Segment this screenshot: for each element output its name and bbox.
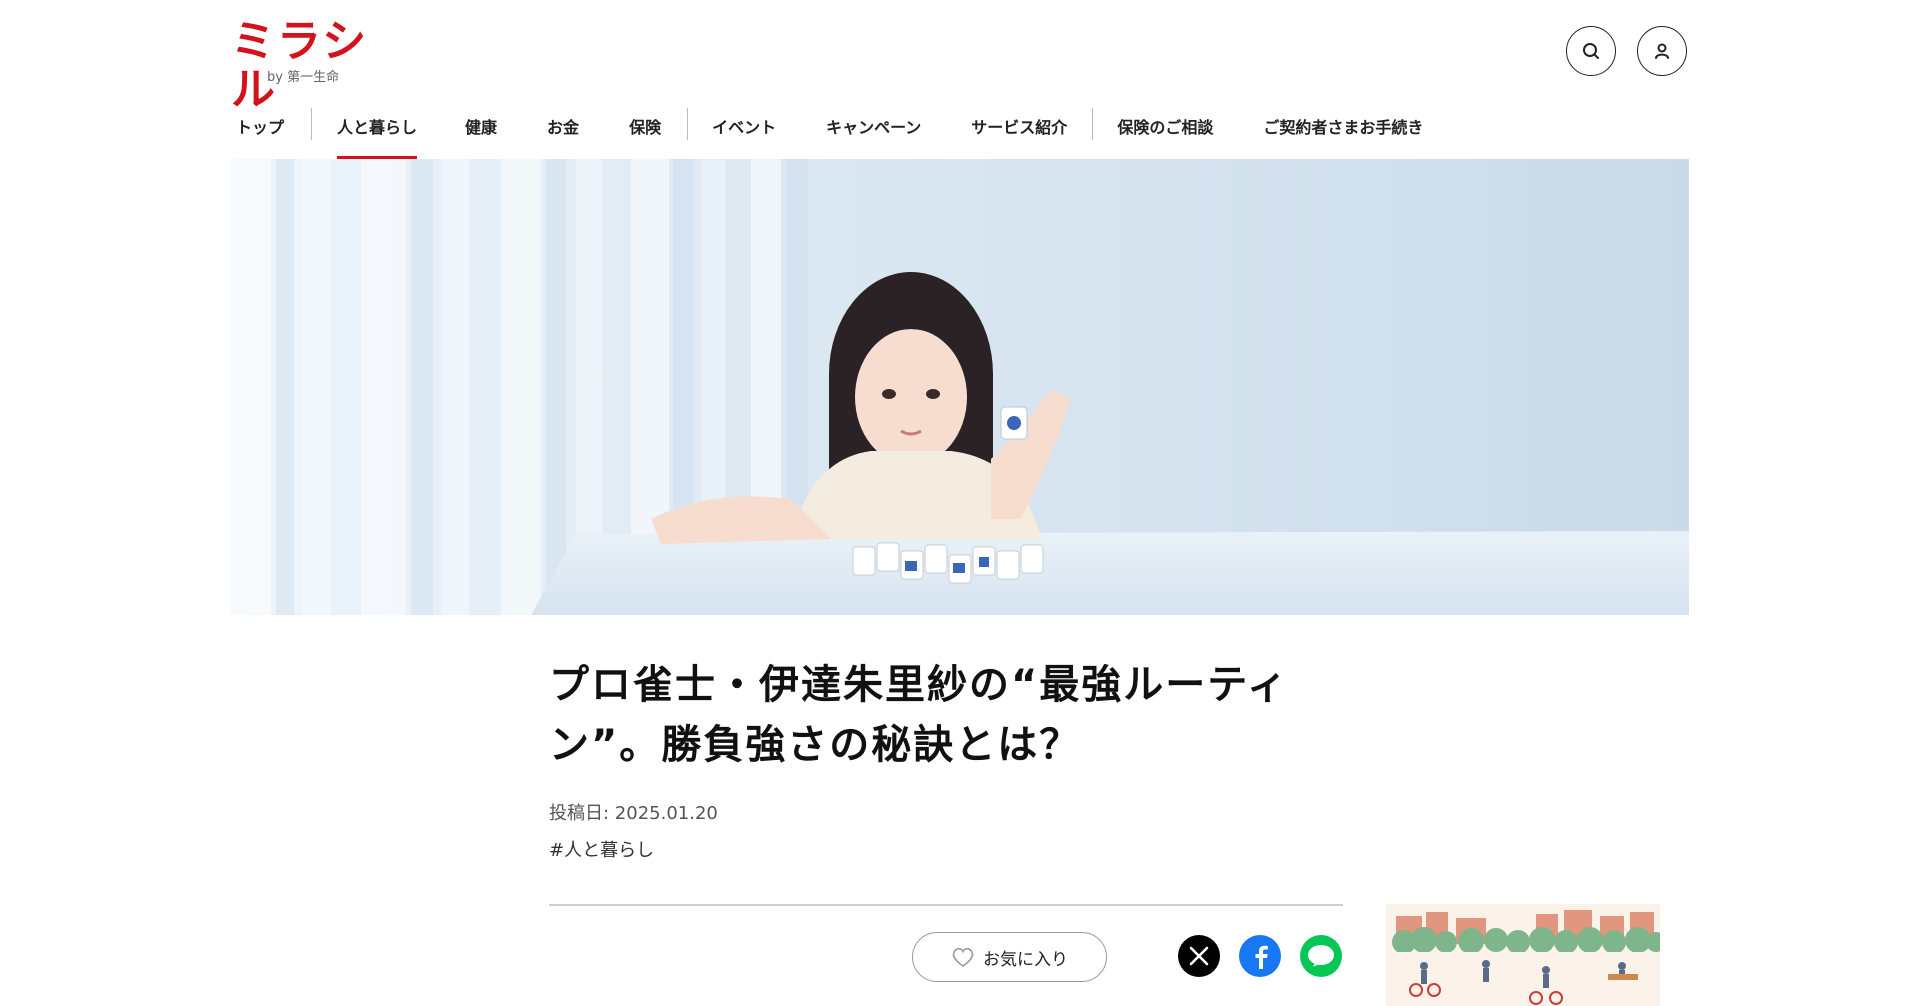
nav-item-event[interactable]: イベント xyxy=(712,100,776,146)
heart-icon xyxy=(952,947,974,967)
nav-item-health[interactable]: 健康 xyxy=(465,100,497,146)
nav-separator xyxy=(1092,108,1094,140)
banner-illustration xyxy=(1386,904,1660,1006)
nav-item-campaign[interactable]: キャンペーン xyxy=(826,100,921,146)
user-icon xyxy=(1655,43,1669,59)
search-button[interactable] xyxy=(1566,26,1616,76)
nav-item-consultation[interactable]: 保険のご相談 xyxy=(1117,100,1213,146)
nav-item-top[interactable]: トップ xyxy=(236,100,284,146)
side-banner-illustration[interactable] xyxy=(1386,904,1660,1006)
article-title: プロ雀士・伊達朱里紗の“最強ルーティ ン”。勝負強さの秘訣とは？ xyxy=(549,655,1343,775)
hero-image xyxy=(231,159,1689,615)
nav-separator xyxy=(311,108,313,140)
global-nav: トップ 人と暮らし 健康 お金 保険 イベント キャンペーン サービス紹介 保険… xyxy=(231,100,1423,160)
logo-subtitle: by 第一生命 xyxy=(267,70,340,85)
nav-item-procedures[interactable]: ご契約者さまお手続き xyxy=(1263,100,1423,146)
user-button[interactable] xyxy=(1637,26,1687,76)
site-logo[interactable]: ミラシル by 第一生命 xyxy=(231,18,391,114)
x-icon xyxy=(1189,946,1209,966)
share-line-button[interactable] xyxy=(1300,935,1342,977)
article-title-line1: プロ雀士・伊達朱里紗の“最強ルーティ xyxy=(549,662,1289,708)
favorite-label: お気に入り xyxy=(983,949,1068,970)
article-tag[interactable]: #人と暮らし xyxy=(549,836,654,862)
share-facebook-button[interactable] xyxy=(1239,935,1281,977)
nav-item-money[interactable]: お金 xyxy=(547,100,579,146)
nav-item-service[interactable]: サービス紹介 xyxy=(971,100,1067,146)
search-icon xyxy=(1583,43,1599,59)
hero-photo xyxy=(231,159,1689,615)
article-title-line2: ン”。勝負強さの秘訣とは？ xyxy=(549,722,1082,768)
line-icon xyxy=(1308,945,1334,967)
nav-item-insurance[interactable]: 保険 xyxy=(629,100,661,146)
facebook-icon xyxy=(1255,945,1268,969)
nav-separator xyxy=(687,108,689,140)
article-header: プロ雀士・伊達朱里紗の“最強ルーティ ン”。勝負強さの秘訣とは？ 投稿日: 20… xyxy=(549,655,1343,861)
nav-item-life[interactable]: 人と暮らし xyxy=(337,100,418,160)
share-x-button[interactable] xyxy=(1178,935,1220,977)
site-header: ミラシル by 第一生命 トップ 人と暮らし 健康 お金 保険 イベント キャン… xyxy=(0,0,1920,160)
post-date: 投稿日: 2025.01.20 xyxy=(549,803,718,824)
favorite-button[interactable]: お気に入り xyxy=(912,932,1107,982)
divider xyxy=(549,904,1343,906)
